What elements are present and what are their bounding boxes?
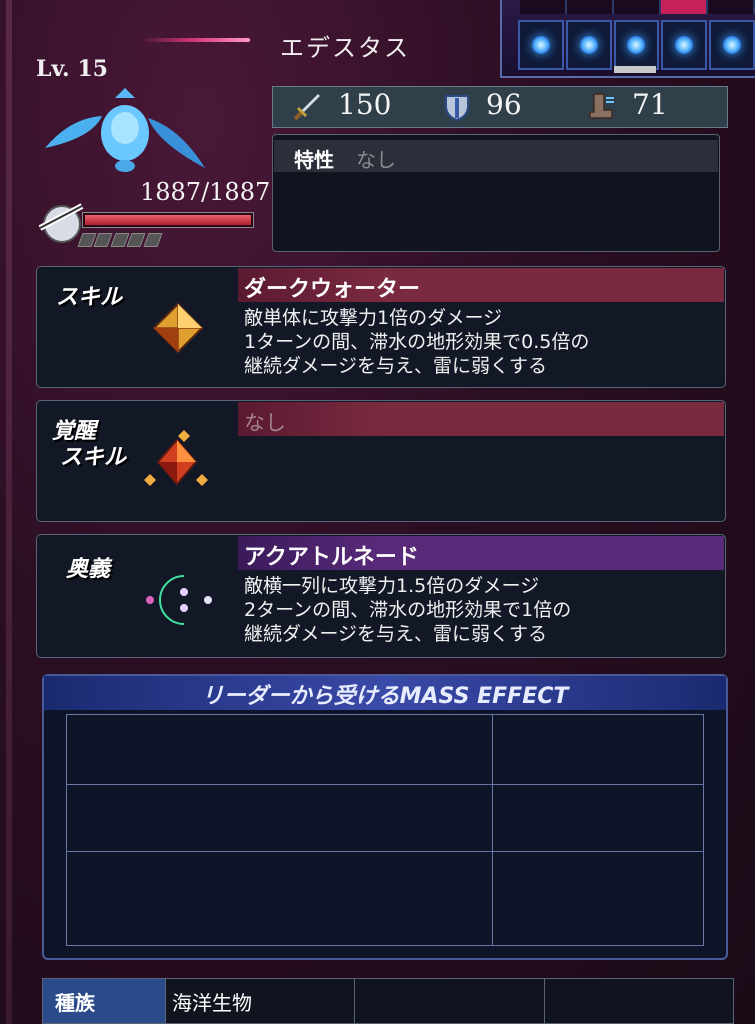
hp-segments bbox=[77, 233, 163, 247]
party-slot[interactable] bbox=[709, 20, 755, 70]
sword-icon bbox=[293, 94, 320, 121]
hp-shield-icon bbox=[38, 203, 84, 243]
skill-description: 敵単体に攻撃力1倍のダメージ 1ターンの間、滞水の地形効果で0.5倍の 継続ダメ… bbox=[244, 307, 590, 377]
race-label: 種族 bbox=[43, 979, 165, 1023]
party-slot[interactable] bbox=[518, 20, 564, 70]
ougi-category: 奥義 bbox=[66, 557, 111, 582]
race-extra-cell bbox=[354, 979, 543, 1023]
trait-label: 特性 bbox=[294, 148, 334, 172]
party-tab-selected[interactable] bbox=[661, 0, 708, 14]
awakened-skill-name: なし bbox=[244, 411, 286, 435]
race-extra-cell bbox=[543, 979, 733, 1023]
slot-orb-icon bbox=[579, 36, 598, 54]
defense-value: 96 bbox=[486, 88, 522, 121]
mass-effect-cell bbox=[493, 852, 703, 945]
unit-level: Lv. 15 bbox=[36, 56, 108, 82]
mass-effect-grid bbox=[66, 714, 704, 946]
attack-value: 150 bbox=[338, 88, 392, 121]
race-row: 種族 海洋生物 bbox=[42, 978, 734, 1024]
party-tab[interactable] bbox=[567, 0, 614, 14]
party-top-tabs bbox=[520, 0, 755, 14]
party-slot[interactable] bbox=[661, 20, 708, 70]
trait-value: なし bbox=[356, 148, 396, 172]
awakened-category-line2: スキル bbox=[60, 445, 127, 470]
mass-effect-cell bbox=[67, 715, 493, 785]
skill-category: スキル bbox=[56, 285, 123, 310]
slot-orb-icon bbox=[627, 36, 646, 54]
mass-effect-cell bbox=[493, 785, 703, 852]
ougi-orb-icon bbox=[146, 575, 212, 625]
party-selected-indicator bbox=[614, 66, 656, 73]
mass-effect-cell bbox=[493, 715, 703, 785]
awakened-skill-header bbox=[238, 402, 724, 436]
mass-effect-title: リーダーから受けるMASS EFFECT bbox=[201, 684, 569, 709]
party-tab[interactable] bbox=[614, 0, 661, 14]
mass-effect-cell bbox=[67, 785, 493, 852]
unit-portrait bbox=[45, 88, 205, 172]
skill-name: ダークウォーター bbox=[244, 277, 421, 302]
party-slot[interactable] bbox=[613, 20, 660, 70]
boot-icon bbox=[589, 93, 614, 119]
party-slots bbox=[518, 20, 755, 70]
left-frame bbox=[6, 0, 12, 1024]
skill-gem-icon bbox=[152, 302, 204, 354]
party-tab[interactable] bbox=[520, 0, 567, 14]
party-slot[interactable] bbox=[565, 20, 612, 70]
party-tab[interactable] bbox=[708, 0, 755, 14]
awakened-category-line1: 覚醒 bbox=[52, 419, 97, 444]
hp-bar-fill bbox=[85, 215, 251, 225]
race-value: 海洋生物 bbox=[165, 979, 354, 1023]
shield-icon bbox=[445, 95, 469, 122]
hp-value: 1887/1887 bbox=[140, 178, 271, 206]
slot-orb-icon bbox=[531, 36, 550, 54]
slot-orb-icon bbox=[723, 36, 742, 54]
mass-effect-cell bbox=[67, 852, 493, 945]
unit-name: エデスタス bbox=[280, 34, 410, 62]
ougi-description: 敵横一列に攻撃力1.5倍のダメージ 2ターンの間、滞水の地形効果で1倍の 継続ダ… bbox=[244, 575, 572, 645]
name-decoration bbox=[140, 38, 250, 42]
ougi-name: アクアトルネード bbox=[244, 545, 419, 570]
hp-bar bbox=[82, 212, 254, 228]
trait-header bbox=[274, 140, 718, 172]
slot-orb-icon bbox=[675, 36, 694, 54]
move-value: 71 bbox=[632, 88, 668, 121]
awakened-gem-icon bbox=[144, 430, 208, 486]
